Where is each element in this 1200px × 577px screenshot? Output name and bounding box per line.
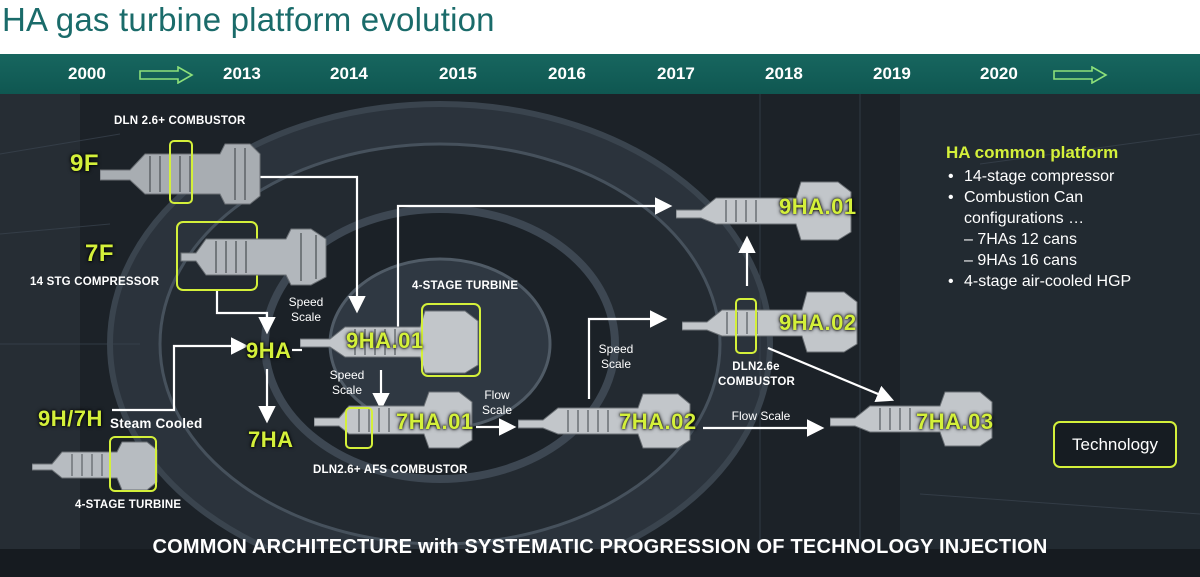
flow-scale-1-line2: Scale xyxy=(481,403,513,417)
year-2017: 2017 xyxy=(657,64,695,83)
model-9ha01-2014: 9HA.01 xyxy=(346,328,424,353)
year-2015: 2015 xyxy=(439,64,477,83)
panel-item: • 14-stage compressor xyxy=(946,166,1196,187)
four-stage-turbine-label-left: 4-STAGE TURBINE xyxy=(75,499,182,511)
dln26-combustor-label: DLN 2.6+ COMBUSTOR xyxy=(114,115,246,127)
model-9ha01-2017: 9HA.01 xyxy=(779,194,857,219)
panel-item-text: Combustion Can xyxy=(964,189,1084,206)
year-2020: 2020 xyxy=(980,64,1018,83)
model-7f: 7F xyxy=(85,240,115,267)
flow-scale-label-1: Flow Scale xyxy=(476,388,518,418)
model-7ha: 7HA xyxy=(248,427,294,452)
panel-item-text: 4-stage air-cooled HGP xyxy=(964,273,1132,290)
dln26e-line1: DLN2.6e xyxy=(732,361,780,373)
panel-subitem: – 7HAs 12 cans xyxy=(946,229,1196,250)
panel-subitem: – 9HAs 16 cans xyxy=(946,250,1196,271)
speed-scale-3-line1: Speed xyxy=(598,342,634,356)
steam-cooled-label: Steam Cooled xyxy=(110,416,203,431)
speed-scale-label-1: Speed Scale xyxy=(285,295,327,325)
panel-item-text: 14-stage compressor xyxy=(964,168,1115,185)
speed-scale-label-3: Speed Scale xyxy=(595,342,637,372)
speed-scale-3-line2: Scale xyxy=(600,357,632,371)
model-9ha: 9HA xyxy=(246,338,292,363)
timeline-bar: 2000 2013 2014 2015 2016 2017 2018 2019 … xyxy=(0,54,1200,94)
model-9f: 9F xyxy=(70,150,100,177)
panel-item-text: configurations … xyxy=(964,210,1085,227)
bullet-icon: • xyxy=(948,168,954,185)
panel-subitem-text: – 9HAs 16 cans xyxy=(964,252,1077,269)
speed-scale-2-line1: Speed xyxy=(329,368,365,382)
speed-scale-label-2: Speed Scale xyxy=(326,368,368,398)
model-7ha02: 7HA.02 xyxy=(619,409,697,434)
panel-heading: HA common platform xyxy=(946,143,1119,162)
model-7ha03: 7HA.03 xyxy=(916,409,994,434)
technology-legend-box: Technology xyxy=(1053,421,1177,468)
model-9h7h: 9H/7H xyxy=(38,406,103,431)
year-2018: 2018 xyxy=(765,64,803,83)
footer-tagline: COMMON ARCHITECTURE with SYSTEMATIC PROG… xyxy=(152,536,1048,558)
flow-scale-1-line1: Flow xyxy=(484,388,510,402)
flow-scale-label-2: Flow Scale xyxy=(731,409,791,423)
page-title: HA gas turbine platform evolution xyxy=(2,1,495,38)
model-9ha02: 9HA.02 xyxy=(779,310,857,335)
speed-scale-2-line2: Scale xyxy=(331,383,363,397)
four-stage-turbine-label-mid: 4-STAGE TURBINE xyxy=(412,280,519,292)
turbine-9f-image xyxy=(100,140,261,205)
dln26e-line2: COMBUSTOR xyxy=(718,376,795,388)
panel-item: • Combustion Can xyxy=(946,187,1196,208)
year-2016: 2016 xyxy=(548,64,586,83)
year-2013: 2013 xyxy=(223,64,261,83)
panel-subitem-text: – 7HAs 12 cans xyxy=(964,231,1077,248)
year-2019: 2019 xyxy=(873,64,911,83)
speed-scale-1-line2: Scale xyxy=(290,310,322,324)
turbine-9h7h-image xyxy=(32,436,158,492)
year-2000: 2000 xyxy=(68,64,106,83)
panel-list: • 14-stage compressor • Combustion Can con… xyxy=(946,166,1196,292)
panel-item: • 4-stage air-cooled HGP xyxy=(946,271,1196,292)
stg-compressor-label: 14 STG COMPRESSOR xyxy=(30,276,160,288)
dln26e-combustor-label: DLN2.6e COMBUSTOR xyxy=(718,360,795,390)
turbine-7f-image xyxy=(176,221,327,291)
bullet-icon: • xyxy=(948,273,954,290)
timeline-arrow-icon xyxy=(139,66,194,84)
year-2014: 2014 xyxy=(330,64,368,83)
dln26-afs-combustor-label: DLN2.6+ AFS COMBUSTOR xyxy=(313,464,468,476)
speed-scale-1-line1: Speed xyxy=(288,295,324,309)
timeline-arrow-end-icon xyxy=(1053,66,1108,84)
panel-item-continuation: configurations … xyxy=(946,208,1196,229)
bullet-icon: • xyxy=(948,189,954,206)
ha-common-platform-panel: HA common platform • 14-stage compressor … xyxy=(946,143,1196,292)
model-7ha01: 7HA.01 xyxy=(396,409,474,434)
